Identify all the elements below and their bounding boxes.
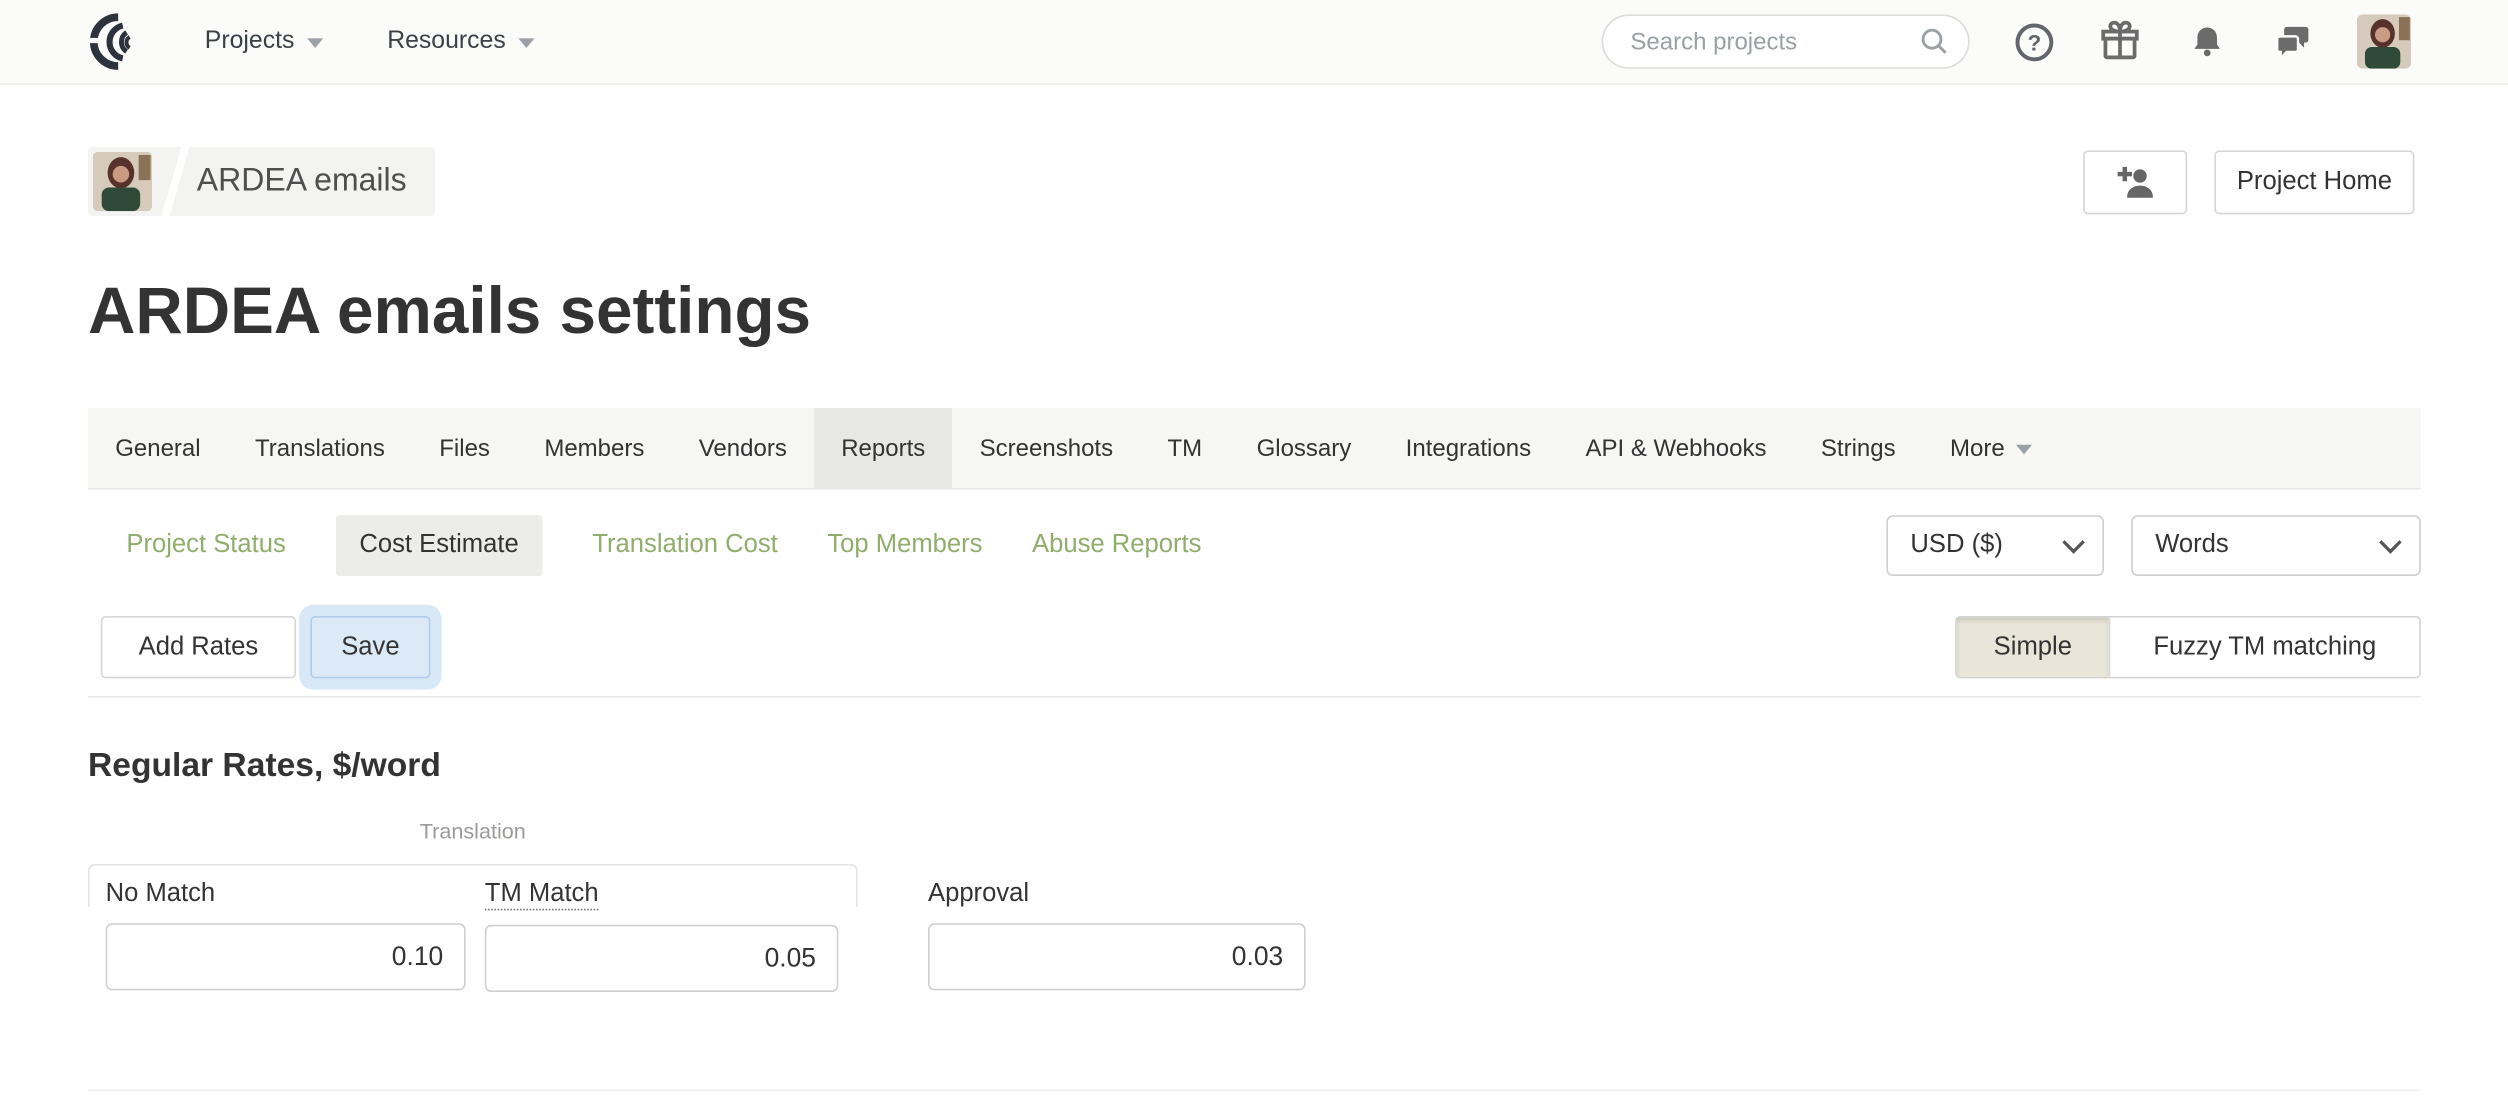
section-divider [88,696,2421,698]
approval-label: Approval [928,880,1030,908]
project-avatar [92,152,152,212]
gift-icon[interactable] [2098,19,2143,64]
translation-group-label: Translation [419,819,526,844]
tab-glossary[interactable]: Glossary [1229,408,1378,488]
tab-strings[interactable]: Strings [1794,408,1923,488]
mode-simple-button[interactable]: Simple [1956,617,2109,678]
settings-tabbar: General Translations Files Members Vendo… [88,408,2421,490]
approval-field: Approval [928,880,1306,991]
rates-heading: Regular Rates, $/word [88,747,441,785]
nav-right-cluster: ? [1601,14,2412,69]
tm-match-field: TM Match [484,880,839,993]
user-avatar[interactable] [2356,14,2412,69]
search-input[interactable] [1601,14,1970,69]
page: Projects Resources ? [0,0,2508,1096]
help-icon[interactable]: ? [2011,19,2056,64]
reports-subtabs: Project Status Cost Estimate Translation… [88,515,2421,577]
currency-select-value: USD ($) [1910,531,2003,559]
no-match-field: No Match [105,880,466,991]
search-icon[interactable] [1917,24,1952,59]
tab-more[interactable]: More [1923,408,2059,488]
page-title: ARDEA emails settings [88,273,812,348]
chevron-down-icon [2062,531,2085,554]
add-person-icon [2116,166,2152,197]
header-actions: Project Home [2083,149,2415,214]
logo-slit [86,37,106,44]
currency-select[interactable]: USD ($) [1886,515,2104,577]
chevron-down-icon [2379,531,2402,554]
rates-action-row: Add Rates Save Simple Fuzzy TM matching [88,615,2421,681]
main-content: ARDEA emails Project Home ARDEA emails s… [88,147,2421,1092]
app-logo-icon[interactable] [80,10,147,74]
bottom-divider [88,1089,2421,1092]
approval-input[interactable] [928,923,1306,991]
breadcrumb-project-name: ARDEA emails [196,163,407,199]
tab-general[interactable]: General [88,408,228,488]
chevron-down-icon [2015,445,2032,455]
tab-translations[interactable]: Translations [228,408,412,488]
unit-select-value: Words [2155,531,2229,559]
rates-group: Translation No Match TM Match Approval [88,819,2421,1008]
subtab-top-members[interactable]: Top Members [827,531,982,560]
tm-match-label: TM Match [484,880,599,911]
subtab-project-status[interactable]: Project Status [126,531,285,560]
mode-fuzzy-tm-button[interactable]: Fuzzy TM matching [2108,617,2420,678]
chevron-down-icon [518,38,535,48]
projects-menu[interactable]: Projects [204,27,324,56]
tab-members[interactable]: Members [517,408,671,488]
unit-select[interactable]: Words [2131,515,2421,577]
projects-menu-label: Projects [204,27,295,55]
messages-icon[interactable] [2270,19,2315,64]
add-rates-button[interactable]: Add Rates [100,616,296,679]
no-match-input[interactable] [105,923,466,991]
project-home-button[interactable]: Project Home [2214,149,2415,214]
search-projects [1601,14,1970,69]
help-glyph: ? [2027,30,2041,55]
tab-files[interactable]: Files [412,408,517,488]
no-match-label: No Match [105,880,216,908]
tab-more-label: More [1950,434,2005,462]
tab-tm[interactable]: TM [1140,408,1229,488]
tab-api-webhooks[interactable]: API & Webhooks [1558,408,1793,488]
breadcrumb-separator [157,147,193,216]
matching-mode-toggle: Simple Fuzzy TM matching [1955,616,2421,679]
invite-member-button[interactable] [2083,149,2188,214]
subtab-cost-estimate[interactable]: Cost Estimate [335,515,543,577]
tab-integrations[interactable]: Integrations [1378,408,1558,488]
tab-screenshots[interactable]: Screenshots [952,408,1140,488]
tab-vendors[interactable]: Vendors [672,408,814,488]
save-button[interactable]: Save [310,616,431,679]
breadcrumb[interactable]: ARDEA emails [88,147,436,216]
notifications-bell-icon[interactable] [2184,19,2229,64]
resources-menu-label: Resources [387,27,506,55]
breadcrumb-row: ARDEA emails Project Home [88,147,2421,216]
tm-match-input[interactable] [484,925,839,993]
report-filters: USD ($) Words [1886,515,2421,577]
tab-reports[interactable]: Reports [814,408,953,489]
resources-menu[interactable]: Resources [387,27,535,56]
subtab-translation-cost[interactable]: Translation Cost [592,531,777,560]
subtab-abuse-reports[interactable]: Abuse Reports [1032,531,1201,560]
chevron-down-icon [307,38,324,48]
top-nav: Projects Resources ? [0,0,2508,85]
